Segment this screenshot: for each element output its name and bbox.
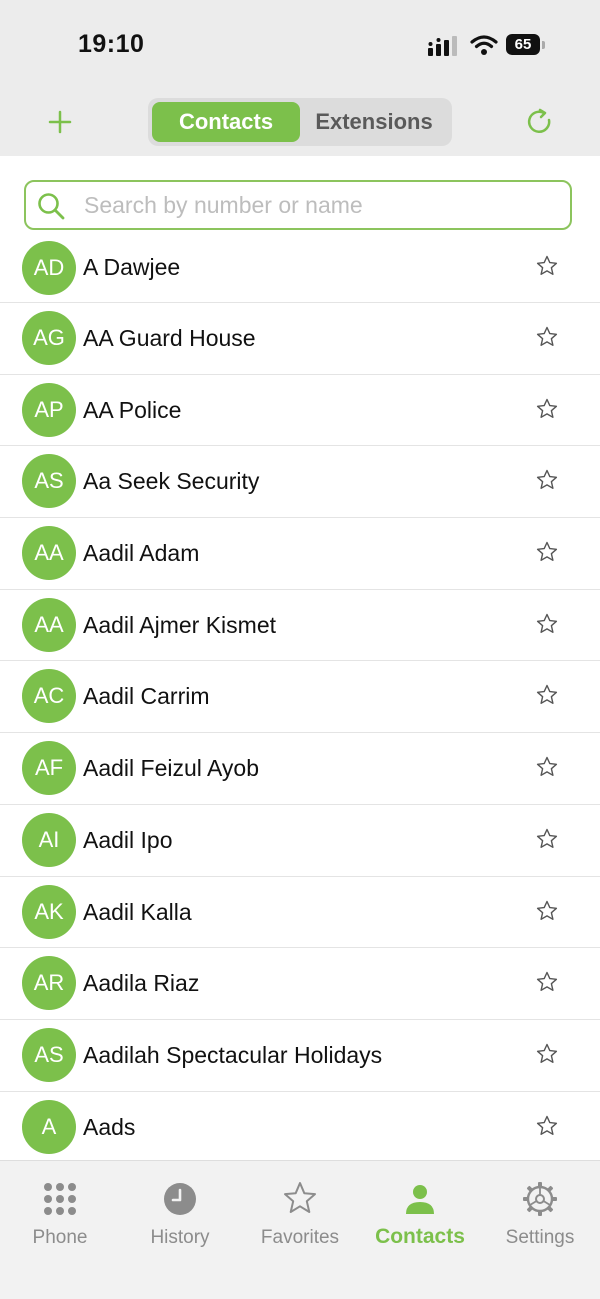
contact-name: Aadilah Spectacular Holidays (83, 1041, 383, 1068)
favorite-star-icon[interactable] (535, 827, 559, 851)
refresh-icon[interactable] (520, 102, 560, 142)
segmented-control: Contacts Extensions (148, 98, 452, 146)
header: Contacts Extensions (0, 92, 600, 152)
contact-name: Aadil Ipo (83, 826, 173, 853)
contact-row[interactable]: AS Aa Seek Security (0, 446, 600, 519)
contact-name: AA Police (83, 396, 182, 423)
contact-row[interactable]: AC Aadil Carrim (0, 661, 600, 734)
gear-icon (523, 1182, 557, 1216)
contact-name: Aadila Riaz (83, 970, 200, 997)
contact-row[interactable]: AP AA Police (0, 375, 600, 447)
contact-name: Aadil Kalla (83, 898, 192, 925)
favorite-star-icon[interactable] (535, 1042, 559, 1066)
status-bar: 19:10 65 (0, 0, 600, 90)
contact-row[interactable]: AA Aadil Adam (0, 518, 600, 590)
contact-avatar: AA (22, 597, 76, 652)
contact-avatar: AS (22, 454, 76, 509)
contact-avatar: AG (22, 311, 76, 365)
contact-name: Aadil Adam (83, 540, 200, 567)
tab-label: Settings (505, 1227, 575, 1248)
contact-avatar: A (22, 1099, 76, 1154)
tab-contacts[interactable]: Contacts (360, 1171, 480, 1251)
contact-avatar: AD (22, 241, 76, 295)
tab-label: Phone (32, 1227, 88, 1248)
favorite-star-icon[interactable] (535, 468, 559, 492)
contact-row[interactable]: AD A Dawjee (0, 232, 600, 303)
tab-history[interactable]: History (120, 1171, 240, 1251)
contact-name: Aadil Ajmer Kismet (83, 611, 277, 638)
contact-row[interactable]: AF Aadil Feizul Ayob (0, 733, 600, 805)
star-icon (284, 1182, 316, 1213)
tab-settings[interactable]: Settings (480, 1171, 600, 1251)
favorite-star-icon[interactable] (535, 612, 559, 636)
favorite-star-icon[interactable] (535, 1114, 559, 1138)
contact-avatar: AC (22, 669, 76, 724)
favorite-star-icon[interactable] (535, 683, 559, 707)
favorite-star-icon[interactable] (535, 755, 559, 779)
search-input[interactable] (84, 188, 554, 222)
battery-indicator: 65 (506, 34, 540, 55)
contact-row[interactable]: AG AA Guard House (0, 303, 600, 375)
contact-row[interactable]: AR Aadila Riaz (0, 948, 600, 1020)
contact-row[interactable]: A Aads (0, 1092, 600, 1160)
favorite-star-icon[interactable] (535, 970, 559, 994)
clock-icon (164, 1183, 196, 1215)
contact-avatar: AP (22, 382, 76, 437)
wifi-icon (470, 35, 498, 55)
tab-phone[interactable]: Phone (0, 1171, 120, 1251)
contact-avatar: AF (22, 741, 76, 796)
contact-list: AD A Dawjee AG AA Guard House AP AA Police AS A… (0, 232, 600, 1160)
keypad-icon (44, 1183, 76, 1215)
search-bar (24, 180, 572, 230)
contact-name: Aads (83, 1113, 136, 1140)
cellular-signal-icon (428, 36, 457, 56)
search-icon (38, 193, 65, 220)
favorite-star-icon[interactable] (535, 540, 559, 564)
contact-name: Aadil Feizul Ayob (83, 755, 260, 782)
tab-favorites[interactable]: Favorites (240, 1171, 360, 1251)
contact-name: Aadil Carrim (83, 683, 210, 710)
contact-avatar: AA (22, 526, 76, 581)
add-icon[interactable] (40, 102, 80, 142)
tab-label: Contacts (375, 1225, 465, 1248)
contact-avatar: AK (22, 884, 76, 939)
tab-bar: Phone History Favorites Contacts Settings (0, 1160, 600, 1299)
contact-avatar: AR (22, 956, 76, 1011)
contact-name: A Dawjee (83, 254, 181, 280)
contact-row[interactable]: AI Aadil Ipo (0, 805, 600, 877)
favorite-star-icon[interactable] (535, 325, 559, 349)
tab-label: History (150, 1227, 210, 1248)
tab-label: Favorites (260, 1227, 340, 1248)
favorite-star-icon[interactable] (535, 254, 559, 278)
contact-row[interactable]: AA Aadil Ajmer Kismet (0, 590, 600, 662)
status-time: 19:10 (78, 30, 145, 58)
contact-name: Aa Seek Security (83, 468, 260, 495)
contact-name: AA Guard House (83, 325, 256, 351)
segment-extensions[interactable]: Extensions (300, 102, 448, 142)
favorite-star-icon[interactable] (535, 899, 559, 923)
contact-avatar: AS (22, 1027, 76, 1082)
contact-row[interactable]: AK Aadil Kalla (0, 877, 600, 949)
favorite-star-icon[interactable] (535, 397, 559, 421)
person-icon (406, 1185, 434, 1214)
segment-contacts[interactable]: Contacts (152, 102, 300, 142)
contact-row[interactable]: AS Aadilah Spectacular Holidays (0, 1020, 600, 1092)
battery-nub (542, 41, 545, 49)
contact-avatar: AI (22, 812, 76, 867)
